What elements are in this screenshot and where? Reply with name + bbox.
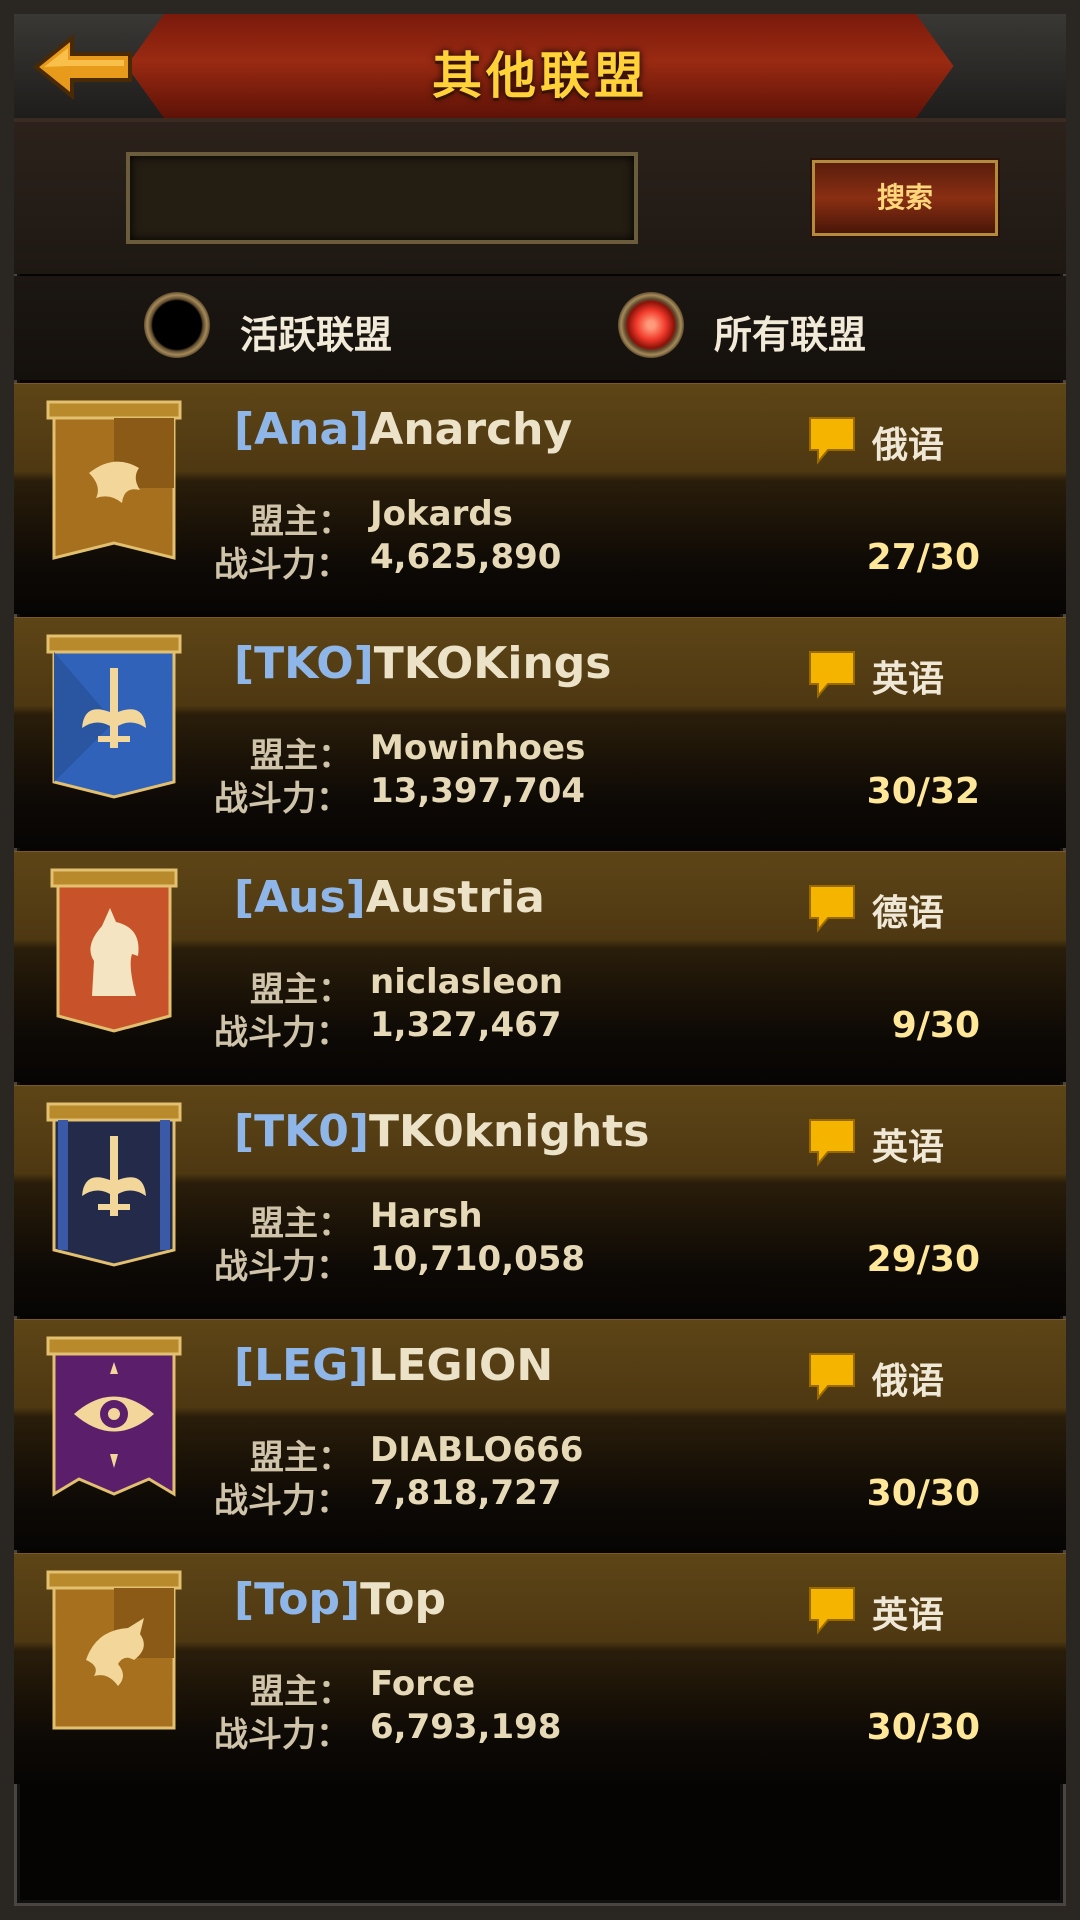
chat-bubble-icon (809, 1587, 855, 1635)
alliance-tag: [Top] (234, 1574, 361, 1625)
leader-label: 盟主： (250, 1204, 352, 1244)
leader-label: 盟主： (250, 502, 352, 542)
member-count: 30/30 (866, 1473, 980, 1514)
alliance-banner-dragon-icon (44, 1568, 184, 1738)
alliance-leader: niclasleon (370, 962, 564, 1002)
power-label: 战斗力： (214, 779, 350, 819)
alliance-tag: [TK0] (234, 1106, 369, 1157)
alliance-language: 英语 (872, 659, 945, 700)
alliance-name: [LEG]LEGION (234, 1340, 553, 1391)
radio-unselected-icon (144, 292, 210, 358)
alliance-title: TKOKings (373, 638, 612, 689)
alliance-name: [Ana]Anarchy (234, 404, 572, 455)
alliance-banner-lion-icon (44, 398, 184, 568)
header-right-cap (916, 14, 1066, 118)
back-button[interactable] (30, 32, 140, 102)
filter-section: 活跃联盟 所有联盟 (14, 276, 1066, 380)
member-count: 29/30 (866, 1239, 980, 1280)
alliance-title: Austria (365, 872, 545, 923)
alliance-leader: Harsh (370, 1196, 483, 1236)
alliance-leader: DIABLO666 (370, 1430, 584, 1470)
chat-bubble-icon (809, 1119, 855, 1167)
power-label: 战斗力： (214, 1247, 350, 1287)
alliance-power: 10,710,058 (370, 1239, 586, 1279)
alliance-row[interactable]: [TK0]TK0knights 英语 盟主： Harsh 战斗力： 10,710… (14, 1085, 1066, 1316)
alliance-power: 13,397,704 (370, 771, 586, 811)
alliance-list: [Ana]Anarchy 俄语 盟主： Jokards 战斗力： 4,625,8… (14, 383, 1066, 1787)
alliance-row[interactable]: [Top]Top 英语 盟主： Force 战斗力： 6,793,198 30/… (14, 1553, 1066, 1784)
power-label: 战斗力： (214, 545, 350, 585)
alliance-row[interactable]: [Aus]Austria 德语 盟主： niclasleon 战斗力： 1,32… (14, 851, 1066, 1082)
power-label: 战斗力： (214, 1013, 350, 1053)
member-count: 30/32 (866, 771, 980, 812)
page-title: 其他联盟 (432, 47, 648, 105)
alliance-language: 德语 (872, 893, 945, 934)
top-bar: 其他联盟 (14, 14, 1066, 122)
alliance-banner-sword-icon (44, 632, 184, 802)
alliance-power: 7,818,727 (370, 1473, 562, 1513)
filter-active-alliances[interactable]: 活跃联盟 (144, 292, 404, 362)
alliance-title: Anarchy (369, 404, 573, 455)
alliance-name: [TKO]TKOKings (234, 638, 612, 689)
radio-selected-icon (618, 292, 684, 358)
alliance-title: TK0knights (368, 1106, 650, 1157)
back-arrow-icon (32, 33, 132, 101)
alliance-leader: Mowinhoes (370, 728, 586, 768)
search-section: 搜索 (14, 122, 1066, 274)
chat-bubble-icon (809, 651, 855, 699)
member-count: 30/30 (866, 1707, 980, 1748)
leader-label: 盟主： (250, 1672, 352, 1712)
alliance-power: 6,793,198 (370, 1707, 562, 1747)
member-count: 9/30 (891, 1005, 980, 1046)
filter-all-alliances[interactable]: 所有联盟 (618, 292, 878, 362)
leader-label: 盟主： (250, 1438, 352, 1478)
filter-active-label: 活跃联盟 (240, 313, 393, 357)
alliance-power: 1,327,467 (370, 1005, 562, 1045)
search-input[interactable] (126, 152, 638, 244)
alliance-title: Top (360, 1574, 447, 1625)
filter-all-label: 所有联盟 (714, 313, 867, 357)
alliance-name: [Top]Top (234, 1574, 446, 1625)
chat-bubble-icon (809, 885, 855, 933)
power-label: 战斗力： (214, 1481, 350, 1521)
alliance-row[interactable]: [LEG]LEGION 俄语 盟主： DIABLO666 战斗力： 7,818,… (14, 1319, 1066, 1550)
alliance-row[interactable]: [TKO]TKOKings 英语 盟主： Mowinhoes 战斗力： 13,3… (14, 617, 1066, 848)
power-label: 战斗力： (214, 1715, 350, 1755)
alliance-name: [TK0]TK0knights (234, 1106, 649, 1157)
alliance-tag: [LEG] (234, 1340, 369, 1391)
alliance-power: 4,625,890 (370, 537, 562, 577)
alliance-title: LEGION (368, 1340, 554, 1391)
alliance-banner-sword-icon (44, 1100, 184, 1270)
alliance-language: 俄语 (872, 425, 945, 466)
alliance-language: 英语 (872, 1595, 945, 1636)
chat-bubble-icon (809, 417, 855, 465)
leader-label: 盟主： (250, 970, 352, 1010)
alliance-name: [Aus]Austria (234, 872, 545, 923)
leader-label: 盟主： (250, 736, 352, 776)
alliance-tag: [TKO] (234, 638, 374, 689)
alliance-leader: Force (370, 1664, 476, 1704)
alliance-leader: Jokards (370, 494, 513, 534)
search-button[interactable]: 搜索 (812, 160, 998, 236)
alliance-language: 俄语 (872, 1361, 945, 1402)
chat-bubble-icon (809, 1353, 855, 1401)
alliance-banner-horse-icon (44, 866, 184, 1036)
alliance-banner-eye-icon (44, 1334, 184, 1504)
alliance-language: 英语 (872, 1127, 945, 1168)
alliance-tag: [Ana] (234, 404, 370, 455)
alliance-row[interactable]: [Ana]Anarchy 俄语 盟主： Jokards 战斗力： 4,625,8… (14, 383, 1066, 614)
alliance-tag: [Aus] (234, 872, 366, 923)
member-count: 27/30 (866, 537, 980, 578)
